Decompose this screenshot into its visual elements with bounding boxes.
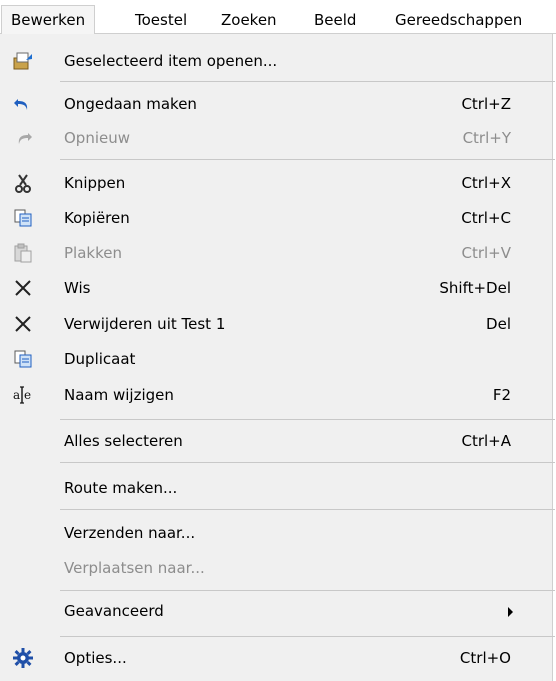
- menu-item-paste[interactable]: Plakken Ctrl+V: [0, 235, 553, 271]
- menu-item-undo[interactable]: Ongedaan maken Ctrl+Z: [0, 86, 553, 122]
- scissors-icon: [12, 172, 34, 194]
- menu-item-options[interactable]: Opties... Ctrl+O: [0, 640, 553, 676]
- menu-item-label: Plakken: [64, 244, 122, 262]
- menu-item-label: Opties...: [64, 649, 127, 667]
- menu-item-select-all[interactable]: Alles selecteren Ctrl+A: [0, 423, 553, 459]
- menu-bewerken[interactable]: Bewerken: [1, 5, 96, 35]
- menu-item-delete[interactable]: Wis Shift+Del: [0, 270, 553, 306]
- menu-item-move-to[interactable]: Verplaatsen naar...: [0, 550, 553, 586]
- menu-item-shortcut: Ctrl+V: [461, 244, 511, 262]
- menu-item-label: Wis: [64, 279, 91, 297]
- menu-beeld[interactable]: Beeld: [305, 6, 365, 34]
- menu-separator: [60, 159, 555, 160]
- paste-icon: [12, 242, 34, 264]
- menu-item-shortcut: Del: [486, 315, 511, 333]
- menu-item-label: Route maken...: [64, 479, 178, 497]
- duplicate-icon: [12, 348, 34, 370]
- menu-separator: [60, 462, 555, 463]
- open-item-icon: [12, 50, 34, 72]
- menu-item-label: Verzenden naar...: [64, 524, 196, 542]
- menu-item-shortcut: Shift+Del: [439, 279, 511, 297]
- menu-item-label: Kopiëren: [64, 209, 130, 227]
- submenu-arrow-icon: [508, 607, 513, 617]
- menu-item-open-selected[interactable]: Geselecteerd item openen...: [0, 43, 553, 79]
- menu-item-label: Ongedaan maken: [64, 95, 197, 113]
- menu-item-label: Geselecteerd item openen...: [64, 52, 278, 70]
- svg-text:a: a: [13, 388, 20, 402]
- menu-bar: Bewerken Toestel Zoeken Beeld Gereedscha…: [0, 0, 556, 35]
- x-icon: [12, 313, 34, 335]
- menu-item-shortcut: Ctrl+C: [461, 209, 511, 227]
- menu-separator: [60, 509, 555, 510]
- menu-item-redo[interactable]: Opnieuw Ctrl+Y: [0, 120, 553, 156]
- menu-item-label: Duplicaat: [64, 350, 136, 368]
- menu-item-remove-from-test[interactable]: Verwijderen uit Test 1 Del: [0, 306, 553, 342]
- menu-item-label: Alles selecteren: [64, 432, 183, 450]
- menu-toestel[interactable]: Toestel: [126, 6, 196, 34]
- menu-zoeken[interactable]: Zoeken: [212, 6, 286, 34]
- undo-icon: [12, 93, 34, 115]
- menu-separator: [60, 419, 555, 420]
- menu-item-create-route[interactable]: Route maken...: [0, 470, 553, 506]
- svg-text:e: e: [24, 388, 31, 402]
- redo-icon: [12, 127, 34, 149]
- menu-item-shortcut: Ctrl+X: [461, 174, 511, 192]
- menu-item-label: Geavanceerd: [64, 602, 164, 620]
- menu-separator: [60, 81, 555, 82]
- menu-gereedschappen[interactable]: Gereedschappen: [386, 6, 531, 34]
- menu-item-shortcut: Ctrl+Z: [461, 95, 511, 113]
- menu-item-shortcut: F2: [492, 386, 511, 404]
- menu-item-cut[interactable]: Knippen Ctrl+X: [0, 165, 553, 201]
- menu-item-label: Naam wijzigen: [64, 386, 174, 404]
- gear-icon: [12, 647, 34, 669]
- menu-separator: [60, 636, 555, 637]
- menu-item-duplicate[interactable]: Duplicaat: [0, 341, 553, 377]
- menu-item-copy[interactable]: Kopiëren Ctrl+C: [0, 200, 553, 236]
- menu-separator: [60, 590, 555, 591]
- menu-item-label: Knippen: [64, 174, 126, 192]
- menu-item-shortcut: Ctrl+A: [461, 432, 511, 450]
- rename-icon: a e: [12, 384, 34, 406]
- menu-item-label: Verplaatsen naar...: [64, 559, 205, 577]
- menu-item-shortcut: Ctrl+O: [459, 649, 511, 667]
- x-icon: [12, 277, 34, 299]
- menu-item-advanced[interactable]: Geavanceerd: [0, 593, 553, 629]
- menu-item-label: Opnieuw: [64, 129, 131, 147]
- menu-item-send-to[interactable]: Verzenden naar...: [0, 515, 553, 551]
- edit-dropdown-menu: Geselecteerd item openen... Ongedaan mak…: [0, 34, 555, 681]
- menu-item-shortcut: Ctrl+Y: [462, 129, 511, 147]
- copy-icon: [12, 207, 34, 229]
- menu-item-rename[interactable]: a e Naam wijzigen F2: [0, 377, 553, 413]
- menu-item-label: Verwijderen uit Test 1: [64, 315, 226, 333]
